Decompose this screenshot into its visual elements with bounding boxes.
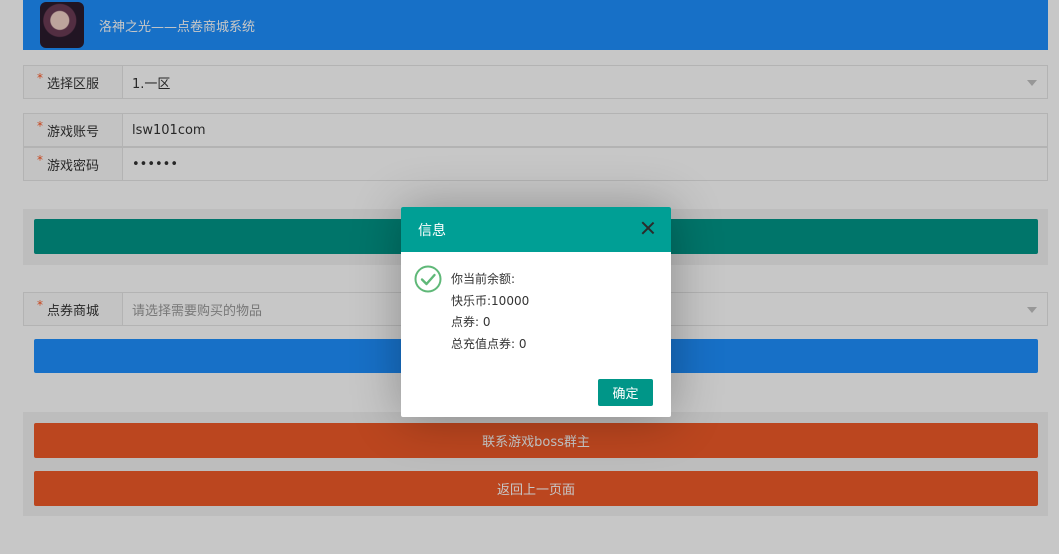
happy-coin-line: 快乐币:10000 xyxy=(451,293,530,308)
close-icon[interactable] xyxy=(641,221,655,235)
dialog-message: 你当前余额: 快乐币:10000 点券: 0 总充值点券: 0 xyxy=(451,269,529,355)
balance-heading: 你当前余额: xyxy=(451,272,516,286)
check-circle-icon xyxy=(414,265,442,293)
points-line: 点券: 0 xyxy=(451,315,491,329)
page: 洛神之光——点卷商城系统 * 选择区服 1.一区 * 游戏账号 lsw101co… xyxy=(0,0,1059,554)
ok-button[interactable]: 确定 xyxy=(598,379,653,406)
total-recharge-line: 总充值点券: 0 xyxy=(451,336,527,351)
dialog-header: 信息 xyxy=(401,207,671,252)
dialog-title: 信息 xyxy=(418,222,446,239)
info-dialog: 信息 你当前余额: 快乐币:10000 点券: 0 总充值点券: 0 确定 xyxy=(401,207,671,417)
ok-button-label: 确定 xyxy=(612,387,639,402)
